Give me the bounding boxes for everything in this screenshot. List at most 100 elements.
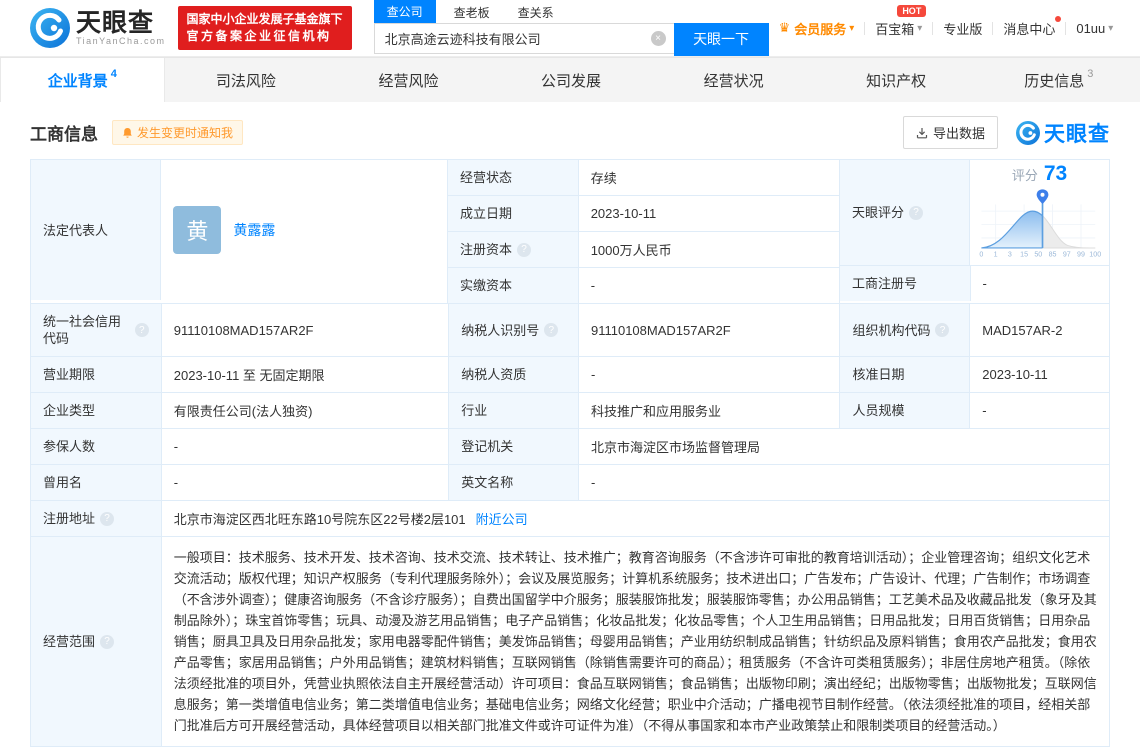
- label-text: 经营范围: [43, 634, 96, 649]
- value-text: 1000万人民币: [590, 243, 672, 258]
- tab-label: 公司发展: [541, 72, 602, 90]
- value-text: 91110108MAD157AR2F: [173, 322, 314, 338]
- export-data-button[interactable]: 导出数据: [902, 116, 998, 149]
- label-text: 核准日期: [852, 367, 905, 382]
- chevron-down-icon: ▾: [849, 22, 855, 34]
- field-value-staff-size: -: [969, 393, 1109, 428]
- scope-text: 一般项目：技术服务、技术开发、技术咨询、技术交流、技术转让、技术推广；教育咨询服…: [173, 550, 1097, 733]
- menu-toolbox[interactable]: HOT 百宝箱 ▾: [865, 4, 932, 38]
- avatar[interactable]: 黄: [173, 206, 222, 254]
- label-text: 英文名称: [461, 475, 514, 490]
- value-text: -: [173, 475, 179, 490]
- field-value-reg-number: -: [969, 266, 1109, 301]
- value-text: 91110108MAD157AR2F: [590, 322, 731, 338]
- label-text: 成立日期: [460, 206, 513, 221]
- svg-text:100: 100: [1089, 250, 1101, 258]
- logo-title: 天眼查: [76, 9, 155, 37]
- field-value-company-type: 有限责任公司(法人独资): [160, 393, 448, 428]
- field-value-status: 存续: [577, 160, 839, 195]
- bell-icon: [123, 127, 132, 138]
- field-value-industry: 科技推广和应用服务业: [577, 393, 839, 428]
- label-text: 参保人数: [43, 439, 96, 454]
- value-text: -: [982, 276, 987, 291]
- value-text: 2023-10-11 至 无固定期限: [173, 368, 325, 383]
- legal-rep-cell: 黄 黄露露: [160, 160, 447, 300]
- field-value-scope: 一般项目：技术服务、技术开发、技术咨询、技术交流、技术转让、技术推广；教育咨询服…: [160, 537, 1109, 746]
- score-caption: 评分: [1011, 168, 1038, 183]
- tab-count: 3: [1087, 68, 1094, 80]
- label-text: 企业类型: [43, 403, 96, 418]
- tianyancha-swirl-icon: [30, 8, 70, 48]
- score-value: 73: [1043, 162, 1068, 185]
- section-header: 工商信息 发生变更时通知我 导出数据 天眼查: [30, 116, 1110, 149]
- notify-on-change-button[interactable]: 发生变更时通知我: [112, 120, 244, 145]
- field-label-former-name: 曾用名: [31, 465, 161, 500]
- field-label-taxpayer-id: 纳税人识别号 ?: [448, 304, 578, 356]
- tab-search-company[interactable]: 查公司: [373, 0, 436, 23]
- label-text: 工商注册号: [852, 276, 918, 291]
- help-icon[interactable]: ?: [134, 323, 149, 337]
- search-button[interactable]: 天眼一下: [673, 22, 769, 56]
- field-value-credit-code: 91110108MAD157AR2F: [160, 304, 448, 356]
- field-value-registry: 北京市海淀区市场监督管理局: [578, 429, 1109, 464]
- help-icon[interactable]: ?: [544, 323, 559, 337]
- tab-label: 知识产权: [866, 72, 927, 90]
- tab-judicial-risk[interactable]: 司法风险: [165, 58, 328, 102]
- svg-text:0: 0: [979, 250, 983, 258]
- tab-search-relation[interactable]: 查关系: [508, 2, 564, 23]
- tab-operating-status[interactable]: 经营状况: [652, 58, 815, 102]
- field-label-english-name: 英文名称: [448, 465, 579, 500]
- field-label-taxpayer-quality: 纳税人资质: [448, 357, 578, 392]
- official-credential-badge: 国家中小企业发展子基金旗下 官方备案企业征信机构: [177, 6, 352, 50]
- field-value-paid-capital: -: [577, 268, 839, 303]
- logo-subtitle: TianYanCha.com: [76, 36, 166, 46]
- field-label-registry: 登记机关: [448, 429, 579, 464]
- field-value-insured-count: -: [160, 429, 448, 464]
- crown-icon: ♛: [778, 20, 791, 35]
- label-text: 实缴资本: [460, 278, 513, 293]
- field-label-reg-capital: 注册资本 ?: [448, 232, 578, 267]
- menu-user-account[interactable]: 01uu ▾: [1066, 21, 1123, 36]
- help-icon[interactable]: ?: [100, 634, 115, 649]
- field-label-business-term: 营业期限: [31, 357, 161, 392]
- help-icon[interactable]: ?: [100, 511, 115, 526]
- help-icon[interactable]: ?: [935, 323, 950, 337]
- field-label-approval-date: 核准日期: [839, 357, 970, 392]
- toolbox-label: 百宝箱: [875, 21, 915, 37]
- tab-intellectual-property[interactable]: 知识产权: [815, 58, 978, 102]
- field-label-status: 经营状态: [448, 160, 578, 195]
- nearby-companies-link[interactable]: 附近公司: [476, 509, 528, 528]
- field-value-address: 北京市海淀区西北旺东路10号院东区22号楼2层101 附近公司: [160, 501, 1109, 536]
- menu-pro-version[interactable]: 专业版: [933, 19, 992, 38]
- svg-text:99: 99: [1077, 250, 1085, 258]
- menu-message-center[interactable]: 消息中心: [993, 15, 1065, 38]
- field-label-staff-size: 人员规模: [839, 393, 970, 428]
- value-text: 2023-10-11: [982, 367, 1048, 382]
- tab-company-development[interactable]: 公司发展: [490, 58, 653, 102]
- tab-history-info[interactable]: 历史信息 3: [977, 58, 1140, 102]
- score-chart-cell: 评分 73 0 1 3 15 50 85 97 99 100: [969, 160, 1109, 265]
- field-label-company-type: 企业类型: [31, 393, 161, 428]
- value-text: -: [591, 475, 596, 490]
- value-text: -: [982, 403, 987, 418]
- export-label: 导出数据: [932, 126, 985, 141]
- header-menu: ♛ 会员服务 ▾ HOT 百宝箱 ▾ 专业版 消息中心 01uu ▾: [769, 4, 1124, 38]
- clear-icon[interactable]: ×: [650, 30, 666, 46]
- search-input[interactable]: [373, 22, 674, 54]
- tianyancha-logo[interactable]: 天眼查 TianYanCha.com: [30, 8, 166, 48]
- tab-operation-risk[interactable]: 经营风险: [327, 58, 490, 102]
- pro-label: 专业版: [943, 21, 983, 37]
- tab-search-boss[interactable]: 查老板: [444, 2, 500, 23]
- help-icon[interactable]: ?: [517, 242, 532, 257]
- value-text: 2023-10-11: [590, 206, 657, 221]
- label-text: 营业期限: [43, 367, 96, 382]
- legal-rep-link[interactable]: 黄露露: [233, 220, 275, 240]
- notification-dot: [1055, 15, 1062, 22]
- tab-company-background[interactable]: 企业背景 4: [0, 58, 165, 102]
- help-icon[interactable]: ?: [909, 205, 924, 220]
- top-header: 天眼查 TianYanCha.com 国家中小企业发展子基金旗下 官方备案企业征…: [0, 0, 1140, 57]
- tab-label: 企业背景: [47, 72, 108, 90]
- label-text: 曾用名: [43, 475, 83, 490]
- badge-line2: 官方备案企业征信机构: [186, 29, 332, 43]
- menu-vip-services[interactable]: ♛ 会员服务 ▾: [769, 19, 865, 38]
